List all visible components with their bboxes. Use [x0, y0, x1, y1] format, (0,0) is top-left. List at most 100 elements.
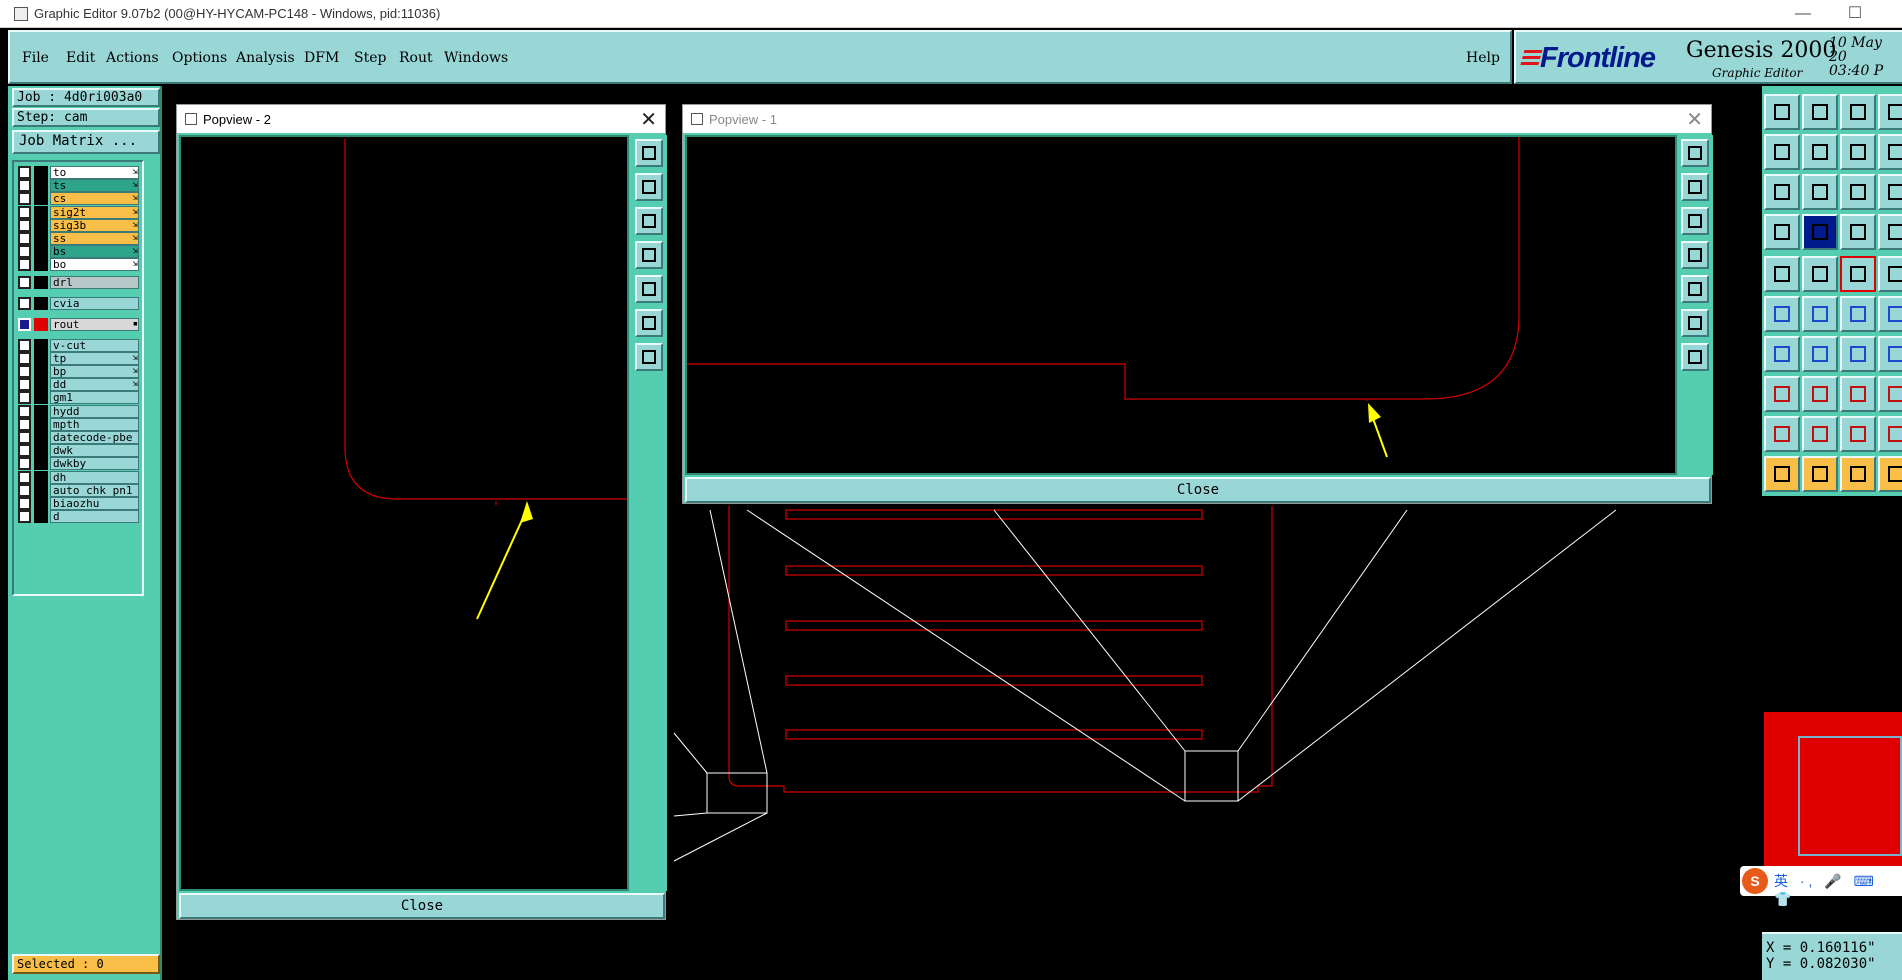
layer-name[interactable]: dh: [50, 470, 139, 484]
popview-2-tool-5[interactable]: [635, 275, 663, 303]
popview-1-tool-7[interactable]: [1681, 343, 1709, 371]
menu-analysis[interactable]: Analysis: [236, 50, 295, 66]
layer-row-dwk[interactable]: dwk: [18, 444, 140, 458]
layer-checkbox[interactable]: [18, 205, 31, 219]
layer-name[interactable]: gm1: [50, 391, 139, 405]
popview-2-tool-2[interactable]: [635, 173, 663, 201]
layer-name[interactable]: mpth: [50, 417, 139, 431]
layer-checkbox[interactable]: [18, 391, 31, 405]
tool-button-7-3[interactable]: [1878, 376, 1902, 412]
tool-button-6-2[interactable]: [1840, 336, 1876, 372]
layer-checkbox[interactable]: [18, 444, 31, 458]
tool-button-7-2[interactable]: [1840, 376, 1876, 412]
minimize-button[interactable]: —: [1780, 2, 1826, 26]
menu-actions[interactable]: Actions: [106, 50, 159, 66]
layer-name[interactable]: biaozhu: [50, 497, 139, 510]
layer-row-mpth[interactable]: mpth: [18, 417, 140, 431]
popview-2-canvas[interactable]: [179, 135, 629, 891]
tool-button-1-1[interactable]: [1802, 134, 1838, 170]
tool-button-7-0[interactable]: [1764, 376, 1800, 412]
layer-checkbox[interactable]: [18, 378, 31, 392]
layer-row-dwkby[interactable]: dwkby: [18, 457, 140, 471]
layer-name[interactable]: auto_chk_pn1: [50, 483, 139, 497]
tool-button-0-1[interactable]: [1802, 94, 1838, 130]
layer-checkbox[interactable]: [18, 179, 31, 193]
layer-name[interactable]: d: [50, 510, 139, 524]
popview-1-tool-3[interactable]: [1681, 207, 1709, 235]
layer-row-ss[interactable]: ss ⇲: [18, 232, 140, 245]
layer-checkbox[interactable]: [18, 338, 31, 352]
tool-button-8-2[interactable]: [1840, 416, 1876, 452]
layer-checkbox[interactable]: [18, 245, 31, 259]
layer-name[interactable]: sig2t: [50, 205, 139, 219]
layer-row-bp[interactable]: bp ⇲: [18, 365, 140, 378]
layer-checkbox[interactable]: [18, 166, 31, 179]
tool-button-5-2[interactable]: [1840, 296, 1876, 332]
tool-button-9-3[interactable]: [1878, 456, 1902, 492]
layer-name[interactable]: tp: [50, 351, 139, 365]
tool-button-9-0[interactable]: [1764, 456, 1800, 492]
popview-2-close-button[interactable]: Close: [179, 893, 665, 919]
tool-button-4-2[interactable]: [1840, 256, 1876, 292]
tool-button-8-1[interactable]: [1802, 416, 1838, 452]
layer-row-v-cut[interactable]: v-cut: [18, 338, 140, 352]
tool-button-9-1[interactable]: [1802, 456, 1838, 492]
tool-button-4-0[interactable]: [1764, 256, 1800, 292]
tool-button-2-2[interactable]: [1840, 174, 1876, 210]
layer-row-dh[interactable]: dh: [18, 470, 140, 484]
layer-name[interactable]: to: [50, 166, 139, 179]
maximize-button[interactable]: ☐: [1832, 2, 1878, 26]
popview-1-close-button[interactable]: Close: [685, 477, 1711, 503]
tool-button-6-3[interactable]: [1878, 336, 1902, 372]
layer-name[interactable]: hydd: [50, 404, 139, 418]
layer-checkbox[interactable]: [18, 497, 31, 510]
layer-name[interactable]: drl: [50, 275, 139, 289]
tool-button-0-3[interactable]: [1878, 94, 1902, 130]
tool-button-0-0[interactable]: [1764, 94, 1800, 130]
popview-1-canvas[interactable]: [685, 135, 1677, 475]
layer-name[interactable]: cvia: [50, 296, 139, 310]
tool-button-3-0[interactable]: [1764, 214, 1800, 250]
menu-rout[interactable]: Rout: [399, 50, 433, 66]
layer-checkbox[interactable]: [18, 218, 31, 232]
layer-row-auto_chk_pn1[interactable]: auto_chk_pn1: [18, 483, 140, 497]
popview-2-tool-7[interactable]: [635, 343, 663, 371]
job-matrix-button[interactable]: Job Matrix ...: [12, 130, 160, 154]
layer-row-d[interactable]: d: [18, 510, 140, 524]
menu-dfm[interactable]: DFM: [304, 50, 339, 66]
layer-checkbox[interactable]: [18, 431, 31, 444]
tool-button-3-1[interactable]: [1802, 214, 1838, 250]
layer-checkbox[interactable]: [18, 404, 31, 418]
layer-name[interactable]: datecode-pbe: [50, 431, 139, 444]
tool-button-8-0[interactable]: [1764, 416, 1800, 452]
layer-row-hydd[interactable]: hydd: [18, 404, 140, 418]
layer-checkbox[interactable]: [18, 417, 31, 431]
tool-button-7-1[interactable]: [1802, 376, 1838, 412]
tool-button-1-0[interactable]: [1764, 134, 1800, 170]
tool-button-5-3[interactable]: [1878, 296, 1902, 332]
layer-row-sig3b[interactable]: sig3b ⇲: [18, 218, 140, 232]
layer-name[interactable]: bo: [50, 258, 139, 272]
layer-row-bo[interactable]: bo ⇲: [18, 258, 140, 272]
layer-checkbox[interactable]: [18, 192, 31, 206]
popview-2-tool-6[interactable]: [635, 309, 663, 337]
layer-name[interactable]: v-cut: [50, 338, 139, 352]
popview-1-tool-6[interactable]: [1681, 309, 1709, 337]
tool-button-2-1[interactable]: [1802, 174, 1838, 210]
menu-step[interactable]: Step: [354, 50, 386, 66]
menu-help[interactable]: Help: [1466, 50, 1500, 66]
layer-name[interactable]: bs: [50, 245, 139, 259]
tool-button-6-1[interactable]: [1802, 336, 1838, 372]
layer-checkbox[interactable]: [18, 365, 31, 378]
layer-row-sig2t[interactable]: sig2t ⇲: [18, 205, 140, 219]
popview-1-tool-2[interactable]: [1681, 173, 1709, 201]
layer-row-cs[interactable]: cs ⇲: [18, 192, 140, 206]
layer-checkbox[interactable]: [18, 351, 31, 365]
tool-button-4-3[interactable]: [1878, 256, 1902, 292]
menu-file[interactable]: File: [22, 50, 49, 66]
layer-row-datecode-pbe[interactable]: datecode-pbe: [18, 431, 140, 444]
tool-button-5-0[interactable]: [1764, 296, 1800, 332]
tool-button-5-1[interactable]: [1802, 296, 1838, 332]
layer-row-bs[interactable]: bs ⇲: [18, 245, 140, 259]
tool-button-9-2[interactable]: [1840, 456, 1876, 492]
